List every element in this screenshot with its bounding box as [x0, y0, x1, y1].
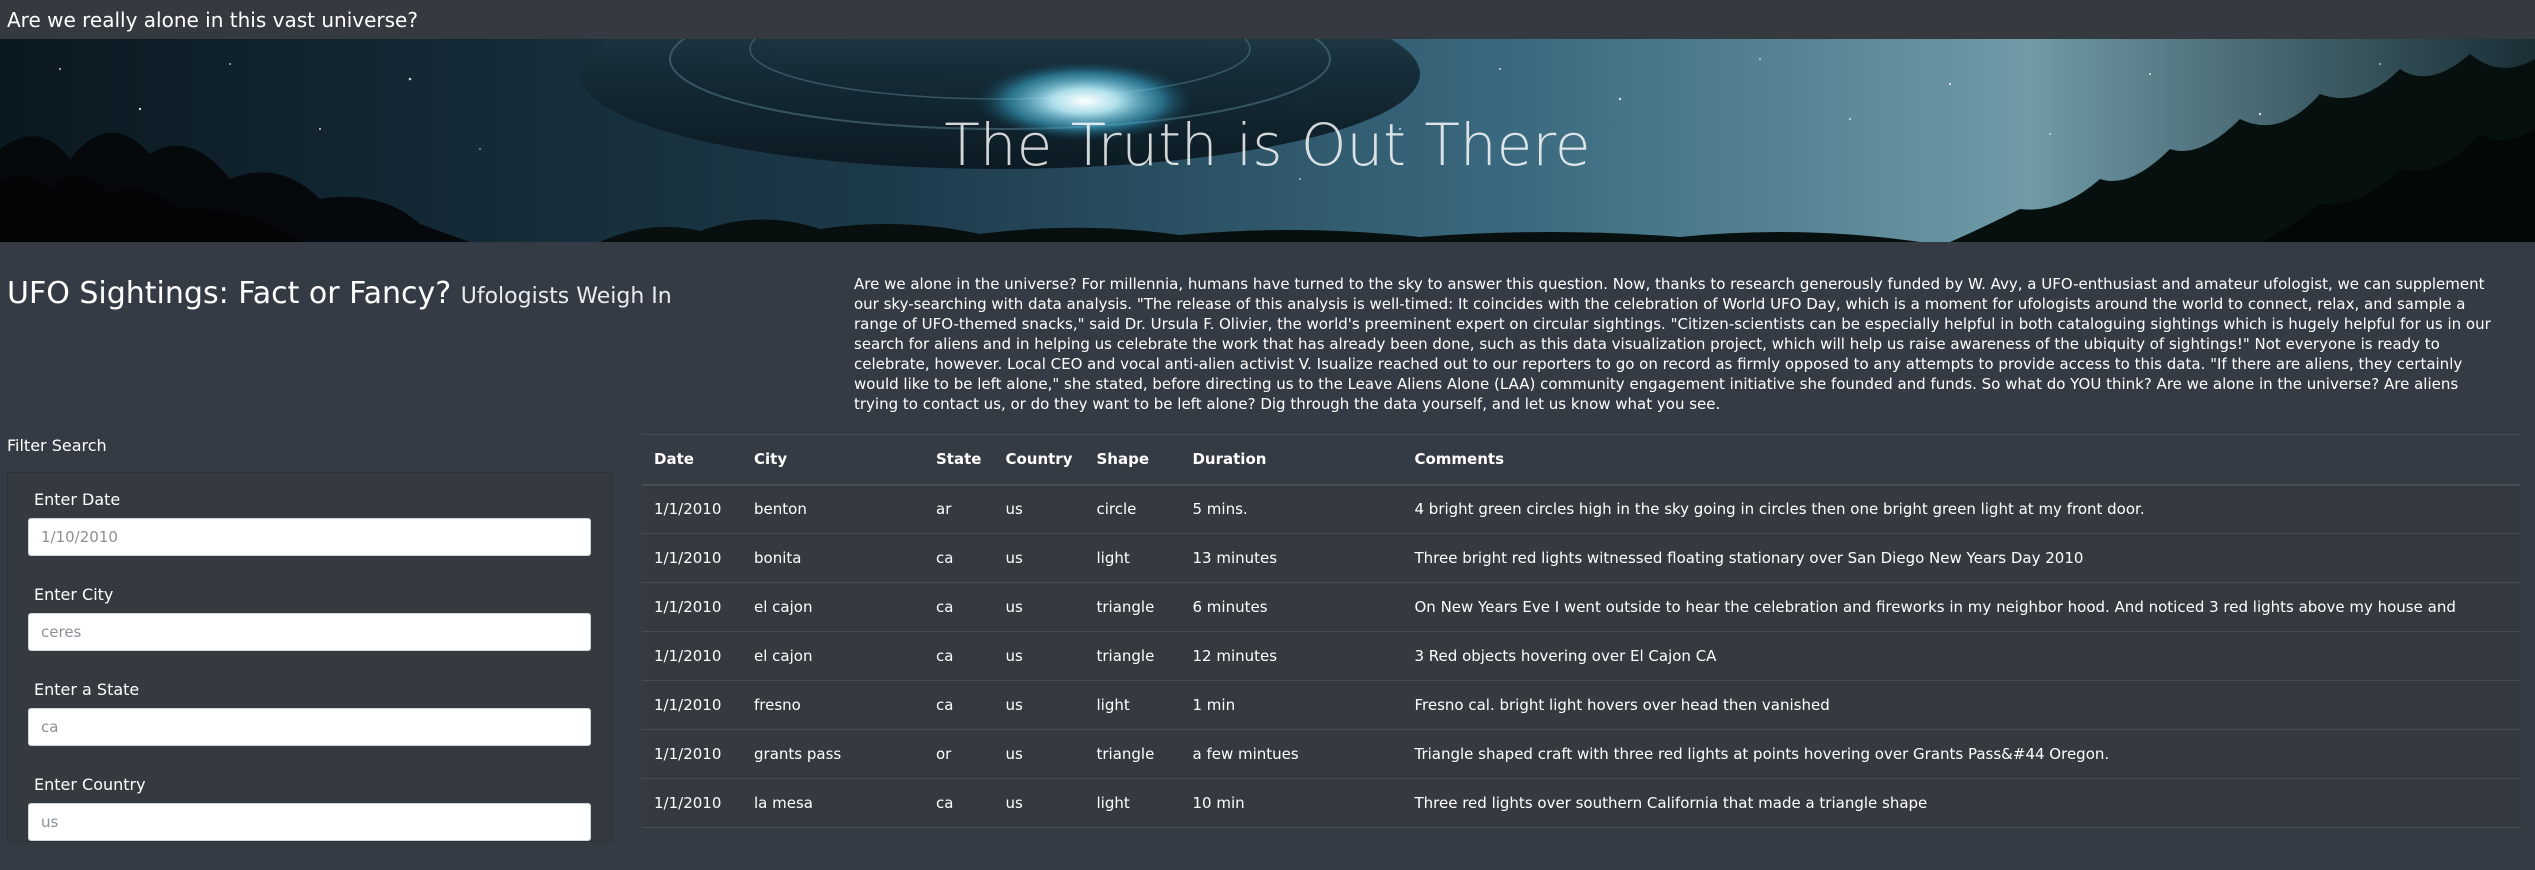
intro-paragraph: Are we alone in the universe? For millen…: [854, 275, 2491, 413]
cell-state: ca: [924, 582, 994, 632]
cell-date: 1/1/2010: [642, 533, 742, 583]
filter-city-item: Enter City: [28, 585, 591, 680]
filter-country-label: Enter Country: [34, 775, 146, 794]
section-title: UFO Sightings: Fact or Fancy? Ufologists…: [7, 276, 672, 311]
ufo-table: Date City State Country Shape Duration C…: [642, 434, 2520, 828]
filter-date-item: Enter Date: [28, 490, 591, 585]
header-city: City: [742, 434, 924, 486]
cell-comments: 4 bright green circles high in the sky g…: [1402, 484, 2520, 534]
cell-shape: triangle: [1084, 729, 1181, 779]
cell-city: el cajon: [742, 582, 924, 632]
cell-country: us: [993, 778, 1085, 828]
table-header-row: Date City State Country Shape Duration C…: [642, 434, 2520, 486]
cell-duration: 10 min: [1180, 778, 1403, 828]
table-row: 1/1/2010 la mesa ca us light 10 min Thre…: [642, 778, 2520, 828]
section-title-main: UFO Sightings: Fact or Fancy?: [7, 276, 452, 311]
cell-duration: 13 minutes: [1180, 533, 1403, 583]
cell-duration: 5 mins.: [1180, 484, 1403, 534]
ufo-table-container: Date City State Country Shape Duration C…: [642, 434, 2520, 828]
table-row: 1/1/2010 benton ar us circle 5 mins. 4 b…: [642, 484, 2520, 534]
cell-city: grants pass: [742, 729, 924, 779]
cell-date: 1/1/2010: [642, 729, 742, 779]
cell-duration: a few mintues: [1180, 729, 1403, 779]
cell-duration: 6 minutes: [1180, 582, 1403, 632]
cell-comments: Three red lights over southern Californi…: [1402, 778, 2520, 828]
cell-comments: Fresno cal. bright light hovers over hea…: [1402, 680, 2520, 730]
table-row: 1/1/2010 el cajon ca us triangle 6 minut…: [642, 582, 2520, 632]
cell-country: us: [993, 484, 1085, 534]
header-duration: Duration: [1180, 434, 1403, 486]
header-state: State: [924, 434, 994, 486]
navbar-brand-link[interactable]: Are we really alone in this vast univers…: [7, 8, 418, 32]
cell-city: benton: [742, 484, 924, 534]
cell-city: la mesa: [742, 778, 924, 828]
table-row: 1/1/2010 bonita ca us light 13 minutes T…: [642, 533, 2520, 583]
filter-country-item: Enter Country: [28, 775, 591, 870]
cell-country: us: [993, 680, 1085, 730]
cell-country: us: [993, 631, 1085, 681]
cell-date: 1/1/2010: [642, 680, 742, 730]
filter-date-input[interactable]: [28, 518, 591, 556]
cell-state: ca: [924, 631, 994, 681]
filter-country-input[interactable]: [28, 803, 591, 841]
cell-comments: Three bright red lights witnessed floati…: [1402, 533, 2520, 583]
cell-state: ca: [924, 778, 994, 828]
cell-shape: triangle: [1084, 631, 1181, 681]
table-row: 1/1/2010 grants pass or us triangle a fe…: [642, 729, 2520, 779]
cell-shape: light: [1084, 778, 1181, 828]
cell-shape: circle: [1084, 484, 1181, 534]
cell-state: ar: [924, 484, 994, 534]
cell-city: bonita: [742, 533, 924, 583]
cell-duration: 12 minutes: [1180, 631, 1403, 681]
hero-title: The Truth is Out There: [944, 111, 1591, 179]
filter-city-label: Enter City: [34, 585, 114, 604]
cell-comments: On New Years Eve I went outside to hear …: [1402, 582, 2520, 632]
table-row: 1/1/2010 el cajon ca us triangle 12 minu…: [642, 631, 2520, 681]
cell-date: 1/1/2010: [642, 484, 742, 534]
hero-banner: The Truth is Out There: [0, 39, 2535, 242]
filter-panel: Enter Date Enter City Enter a State Ente…: [7, 472, 612, 842]
ufo-table-body: 1/1/2010 benton ar us circle 5 mins. 4 b…: [642, 484, 2520, 828]
navbar: Are we really alone in this vast univers…: [0, 0, 2535, 39]
cell-shape: light: [1084, 680, 1181, 730]
header-shape: Shape: [1084, 434, 1181, 486]
table-row: 1/1/2010 fresno ca us light 1 min Fresno…: [642, 680, 2520, 730]
cell-shape: light: [1084, 533, 1181, 583]
header-country: Country: [993, 434, 1085, 486]
filter-city-input[interactable]: [28, 613, 591, 651]
cell-country: us: [993, 582, 1085, 632]
cell-comments: 3 Red objects hovering over El Cajon CA: [1402, 631, 2520, 681]
filter-state-input[interactable]: [28, 708, 591, 746]
filter-search-heading: Filter Search: [7, 436, 107, 455]
header-date: Date: [642, 434, 742, 486]
cell-comments: Triangle shaped craft with three red lig…: [1402, 729, 2520, 779]
cell-date: 1/1/2010: [642, 778, 742, 828]
cell-country: us: [993, 533, 1085, 583]
section-subtitle: Ufologists Weigh In: [460, 284, 672, 309]
cell-duration: 1 min: [1180, 680, 1403, 730]
cell-city: el cajon: [742, 631, 924, 681]
filter-state-item: Enter a State: [28, 680, 591, 775]
cell-state: ca: [924, 680, 994, 730]
cell-state: ca: [924, 533, 994, 583]
cell-city: fresno: [742, 680, 924, 730]
cell-shape: triangle: [1084, 582, 1181, 632]
filter-state-label: Enter a State: [34, 680, 140, 699]
header-comments: Comments: [1402, 434, 2520, 486]
filter-date-label: Enter Date: [34, 490, 121, 509]
cell-country: us: [993, 729, 1085, 779]
ufo-table-head: Date City State Country Shape Duration C…: [642, 434, 2520, 486]
cell-state: or: [924, 729, 994, 779]
cell-date: 1/1/2010: [642, 582, 742, 632]
cell-date: 1/1/2010: [642, 631, 742, 681]
